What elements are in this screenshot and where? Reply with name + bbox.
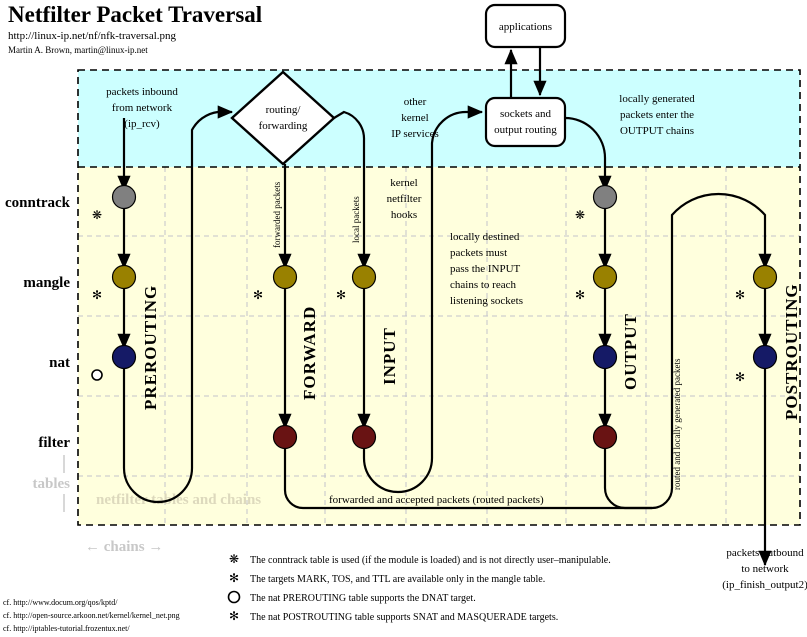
node-forward-mangle[interactable] <box>272 264 298 290</box>
asterisk-glyph-forward-mangle: ✻ <box>253 288 263 302</box>
annot-inbound-l2: from network <box>112 102 173 114</box>
kernel-band <box>78 167 800 525</box>
sockets-box-label-line2: output routing <box>494 124 557 136</box>
annot-locally-generated-l1: locally generated <box>619 93 695 105</box>
legend-conntrack-glyph: ❋ <box>229 552 239 566</box>
chain-name-input: INPUT <box>380 327 399 385</box>
conntrack-glyph-output: ❋ <box>575 208 585 222</box>
annot-locally-destined-l1: locally destined <box>450 231 520 243</box>
row-label-conntrack: conntrack <box>5 195 71 211</box>
legend-asterisk-glyph-2: ✻ <box>229 609 239 623</box>
chain-name-forward: FORWARD <box>300 306 319 400</box>
node-postrouting-nat[interactable] <box>752 344 778 370</box>
node-input-filter[interactable] <box>351 424 377 450</box>
conntrack-glyph-prerouting: ❋ <box>92 208 102 222</box>
annot-routed-and-local: routed and locally generated packets <box>672 358 682 490</box>
row-label-filter: filter <box>38 435 70 451</box>
annot-locally-destined-l4: chains to reach <box>450 279 516 291</box>
axis-label-tables: tables <box>33 476 71 492</box>
legend-asterisk-glyph: ✻ <box>229 571 239 585</box>
row-label-mangle: mangle <box>23 275 70 291</box>
annot-inbound-l3: (ip_rcv) <box>124 118 160 130</box>
routing-box-label-line2: forwarding <box>259 120 308 132</box>
annot-hooks-l2: netfilter <box>387 193 422 205</box>
node-output-nat[interactable] <box>592 344 618 370</box>
annot-locally-destined-l3: pass the INPUT <box>450 263 521 275</box>
applications-box[interactable]: applications <box>484 3 567 49</box>
sockets-box-label-line1: sockets and <box>500 108 552 120</box>
annot-inbound-l1: packets inbound <box>106 86 178 98</box>
node-prerouting-conntrack[interactable] <box>111 184 137 210</box>
circle-glyph-prerouting-nat <box>91 369 103 381</box>
sockets-output-routing-box[interactable]: sockets and output routing <box>484 96 567 148</box>
node-prerouting-mangle[interactable] <box>111 264 137 290</box>
axis-label-chains: ← chains → <box>85 539 163 555</box>
chain-name-output: OUTPUT <box>621 313 640 390</box>
diagram-root: Netfilter Packet Traversal http://linux-… <box>0 0 807 637</box>
annot-outbound-l1: packets outbound <box>726 547 804 559</box>
legend: ❋ The conntrack table is used (if the mo… <box>227 552 611 623</box>
annot-forwarded-accepted: forwarded and accepted packets (routed p… <box>329 494 544 506</box>
annot-other-kernel-l2: kernel <box>401 112 428 124</box>
node-output-conntrack[interactable] <box>592 184 618 210</box>
annot-hooks-l3: hooks <box>391 209 417 221</box>
asterisk-glyph-input-mangle: ✻ <box>336 288 346 302</box>
legend-item-text: The targets MARK, TOS, and TTL are avail… <box>250 574 545 585</box>
routing-box-label-line1: routing/ <box>266 104 302 116</box>
legend-item-text: The nat POSTROUTING table supports SNAT … <box>250 612 558 623</box>
annot-locally-destined-l5: listening sockets <box>450 295 523 307</box>
chain-name-prerouting: PREROUTING <box>141 285 160 410</box>
annot-outbound-l2: to network <box>741 563 789 575</box>
node-output-mangle[interactable] <box>592 264 618 290</box>
annot-hooks-l1: kernel <box>390 177 417 189</box>
chain-name-postrouting: POSTROUTING <box>782 283 801 420</box>
legend-circle-glyph <box>227 590 241 604</box>
asterisk-glyph-output-mangle: ✻ <box>575 288 585 302</box>
node-output-filter[interactable] <box>592 424 618 450</box>
node-input-mangle[interactable] <box>351 264 377 290</box>
annot-forwarded-packets: forwarded packets <box>272 181 282 248</box>
asterisk-glyph-postrouting-nat: ✻ <box>735 370 745 384</box>
asterisk-glyph-prerouting-mangle: ✻ <box>92 288 102 302</box>
annot-other-kernel-l1: other <box>404 96 427 108</box>
node-postrouting-mangle[interactable] <box>752 264 778 290</box>
node-prerouting-nat[interactable] <box>111 344 137 370</box>
legend-item-text: The nat PREROUTING table supports the DN… <box>250 593 476 604</box>
netfilter-diagram: netfilter tables and chains conntrack ma… <box>5 3 807 623</box>
annot-locally-generated-l2: packets enter the <box>620 109 694 121</box>
legend-item-text: The conntrack table is used (if the modu… <box>250 555 611 566</box>
annot-locally-destined-l2: packets must <box>450 247 507 259</box>
zone-bands <box>78 70 800 525</box>
row-label-nat: nat <box>49 355 70 371</box>
annot-outbound-l3: (ip_finish_output2) <box>722 579 807 591</box>
node-forward-filter[interactable] <box>272 424 298 450</box>
annot-locally-generated-l3: OUTPUT chains <box>620 125 694 137</box>
applications-box-label: applications <box>499 21 552 33</box>
annot-other-kernel-l3: IP services <box>391 128 439 140</box>
asterisk-glyph-postrouting-mangle: ✻ <box>735 288 745 302</box>
annot-local-packets: local packets <box>351 196 361 243</box>
